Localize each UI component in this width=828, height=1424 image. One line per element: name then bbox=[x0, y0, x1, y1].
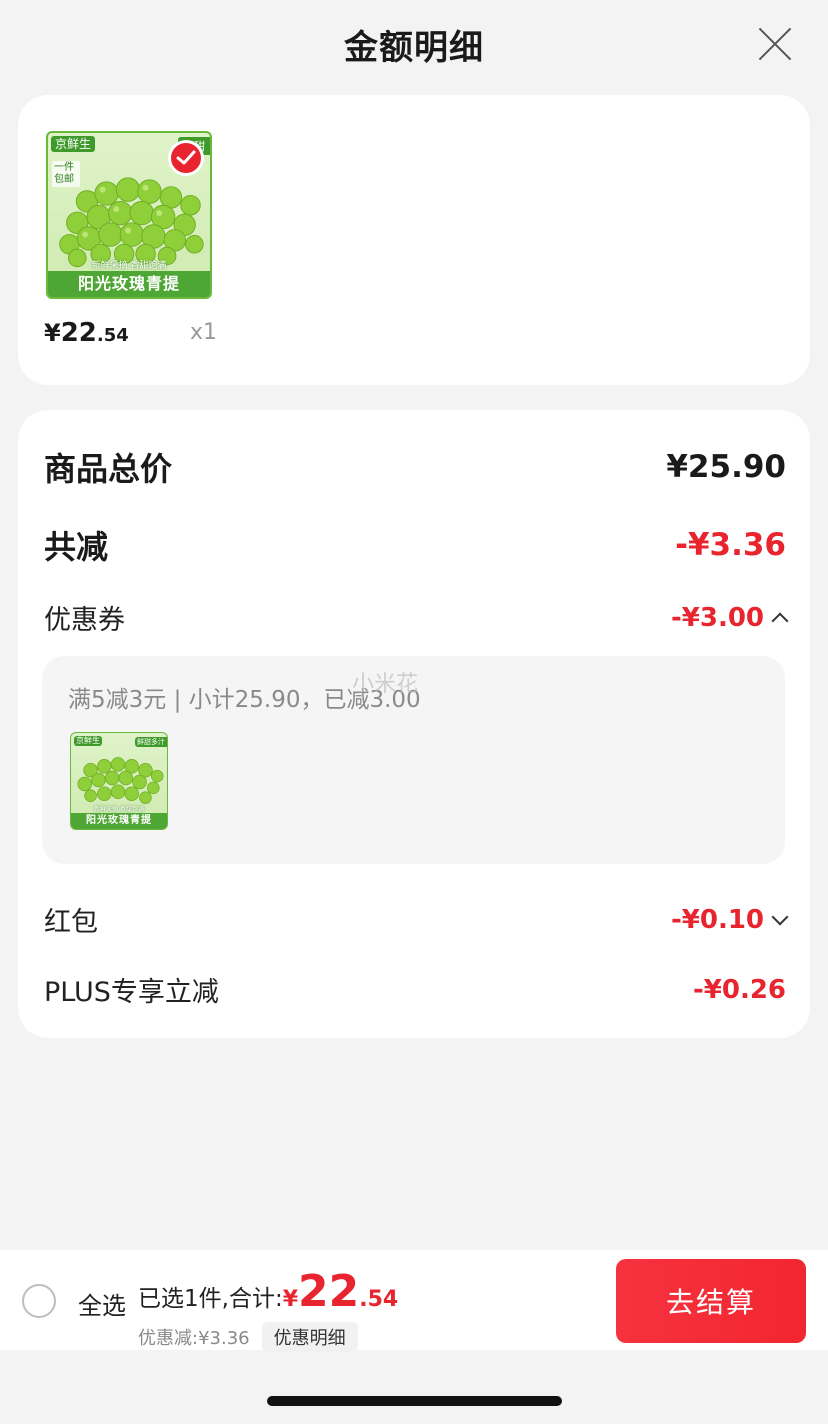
free-shipping-badge: 一件包邮 bbox=[52, 161, 80, 187]
header: 金额明细 bbox=[0, 0, 828, 88]
product-name: 阳光玫瑰青提 bbox=[71, 813, 167, 829]
selected-check-icon[interactable] bbox=[168, 140, 204, 176]
plus-row: PLUS专享立减 -¥0.26 bbox=[44, 970, 786, 1009]
checkout-button[interactable]: 去结算 bbox=[616, 1259, 806, 1343]
chevron-down-icon[interactable] bbox=[771, 908, 789, 925]
chevron-up-icon[interactable] bbox=[771, 612, 789, 629]
coupon-value-group[interactable]: -¥3.00 bbox=[670, 602, 789, 633]
price-currency: ¥ bbox=[44, 319, 61, 347]
total-price-row: 商品总价 ¥25.90 bbox=[44, 444, 786, 490]
selected-total: 已选1件,合计: ¥ 22 .54 bbox=[138, 1266, 398, 1317]
total-integer: 22 bbox=[298, 1266, 360, 1317]
watermark: 小米花 bbox=[352, 672, 419, 697]
product-quantity: x1 bbox=[190, 320, 218, 345]
total-price-value: ¥25.90 bbox=[666, 449, 786, 485]
coupon-product-image: 京鲜生 鲜甜多汁 新鲜采摘 香甜饱满 阳光玫瑰青提 bbox=[70, 732, 168, 830]
total-reduce-row: 共减 -¥3.36 bbox=[44, 522, 786, 568]
brand-label: 京鲜生 bbox=[74, 736, 102, 746]
product-price: ¥22.54 bbox=[44, 318, 129, 348]
coupon-value: -¥3.00 bbox=[670, 602, 764, 633]
total-currency: ¥ bbox=[282, 1287, 299, 1312]
redpack-row[interactable]: 红包 -¥0.10 bbox=[44, 900, 789, 939]
select-all-radio[interactable] bbox=[22, 1284, 56, 1318]
total-reduce-value: -¥3.36 bbox=[675, 527, 786, 563]
plus-value: -¥0.26 bbox=[692, 974, 786, 1005]
selected-text: 已选1件,合计: bbox=[138, 1286, 283, 1312]
page-title: 金额明细 bbox=[344, 27, 484, 68]
redpack-value-group[interactable]: -¥0.10 bbox=[670, 904, 789, 935]
total-reduce-label: 共减 bbox=[44, 528, 109, 566]
product-slogan: 新鲜采摘 香甜饱满 bbox=[94, 806, 144, 813]
plus-label: PLUS专享立减 bbox=[44, 977, 219, 1008]
home-indicator[interactable] bbox=[267, 1396, 562, 1406]
coupon-label: 优惠券 bbox=[44, 605, 125, 636]
total-price-label: 商品总价 bbox=[44, 450, 173, 488]
select-all-label[interactable]: 全选 bbox=[78, 1286, 126, 1321]
discount-detail-button[interactable]: 优惠明细 bbox=[261, 1322, 358, 1352]
close-icon[interactable] bbox=[756, 24, 794, 62]
redpack-label: 红包 bbox=[44, 907, 98, 938]
product-slogan: 新鲜采摘 香甜饱满 bbox=[91, 261, 167, 271]
coupon-row[interactable]: 优惠券 -¥3.00 bbox=[44, 598, 789, 637]
discount-line: 优惠减:¥3.36 优惠明细 bbox=[138, 1322, 358, 1352]
brand-label: 京鲜生 bbox=[51, 136, 96, 152]
discount-text: 优惠减:¥3.36 bbox=[138, 1328, 250, 1349]
checkmark-icon bbox=[176, 150, 196, 165]
price-integer: 22 bbox=[60, 318, 97, 348]
redpack-value: -¥0.10 bbox=[670, 904, 764, 935]
flavor-tag: 鲜甜多汁 bbox=[135, 737, 167, 747]
price-decimal: .54 bbox=[96, 325, 129, 346]
total-decimal: .54 bbox=[359, 1287, 399, 1312]
product-name: 阳光玫瑰青提 bbox=[48, 271, 210, 297]
